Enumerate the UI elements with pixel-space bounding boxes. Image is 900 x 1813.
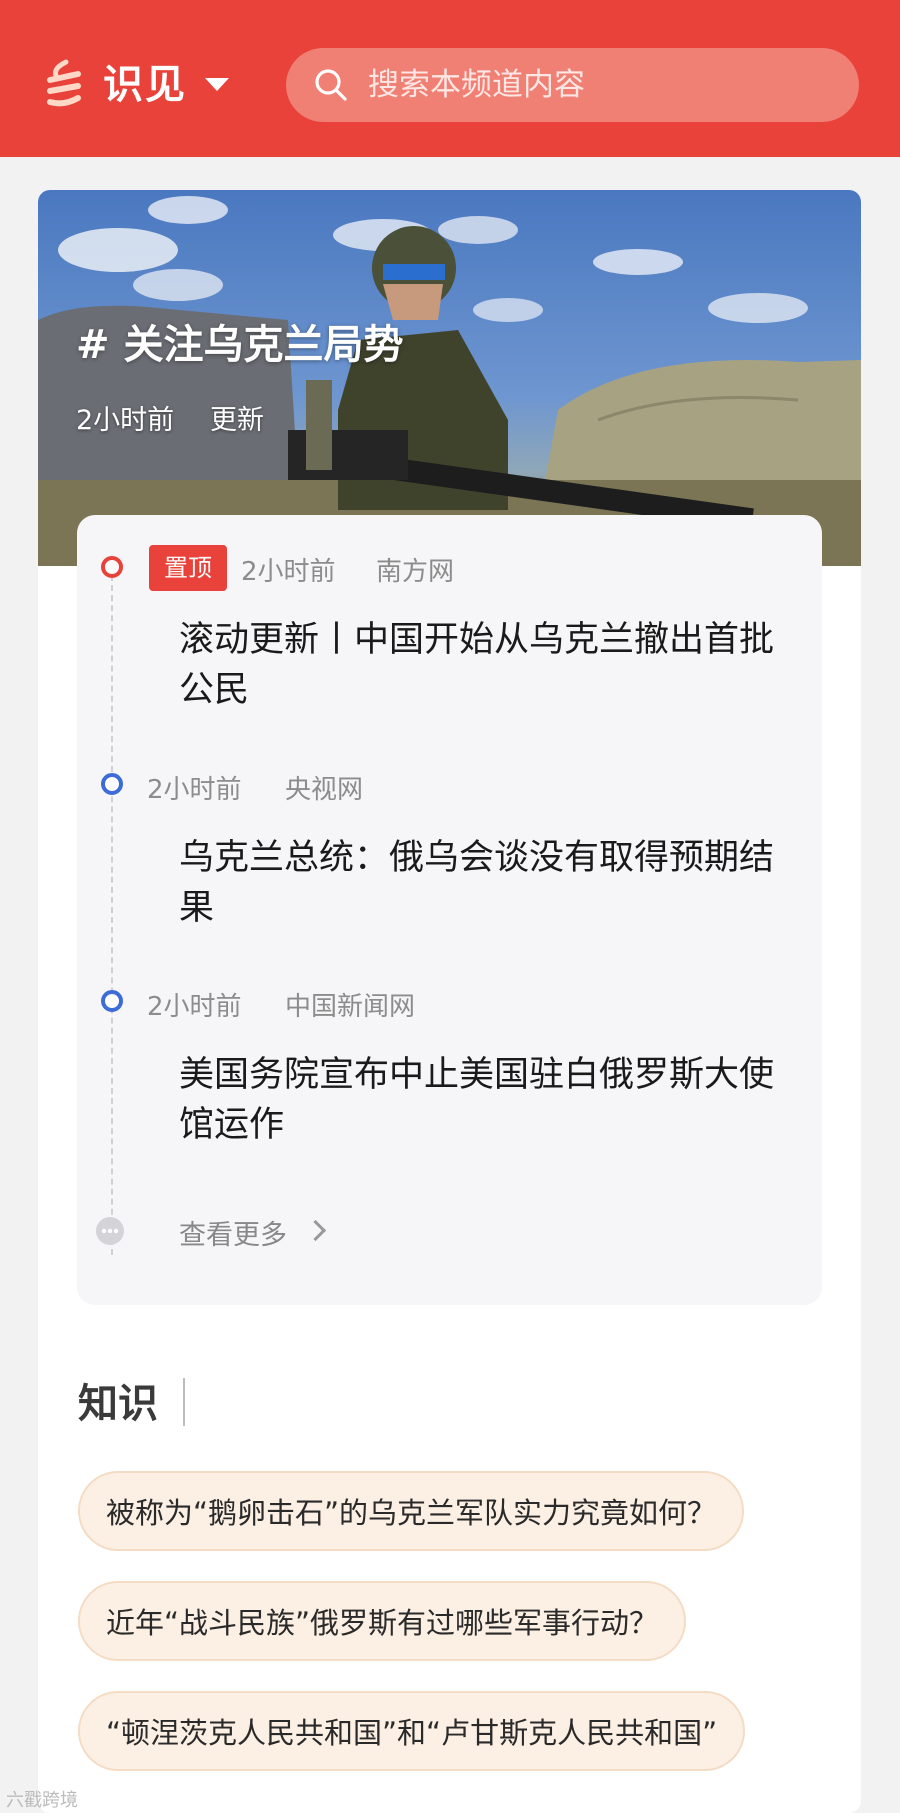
timeline-dot (101, 556, 123, 578)
knowledge-question[interactable]: 近年“战斗民族”俄罗斯有过哪些军事行动？ (78, 1581, 687, 1661)
knowledge-question[interactable]: 被称为“鹅卵击石”的乌克兰军队实力究竟如何？ (78, 1471, 745, 1551)
news-headline[interactable]: 乌克兰总统：俄乌会谈没有取得预期结果 (179, 833, 779, 933)
view-more-link[interactable]: 查看更多 (179, 1213, 287, 1252)
more-icon (96, 1217, 124, 1245)
news-source: 南方网 (376, 557, 455, 587)
update-time: 2小时前 (76, 405, 175, 436)
knowledge-section-title: 知识 (78, 1380, 158, 1427)
ellipsis-icon (101, 1228, 119, 1234)
pinned-badge: 置顶 (149, 545, 227, 591)
news-time: 2小时前 (147, 992, 242, 1022)
section-divider (183, 1378, 185, 1426)
channel-logo-icon[interactable] (44, 58, 84, 112)
topic-title: # 关注乌克兰局势 (76, 322, 404, 368)
timeline-line (111, 575, 113, 1255)
top-bar: 识见 搜索本频道内容 (0, 0, 900, 157)
news-time: 2小时前 (241, 557, 336, 587)
timeline-dot (101, 990, 123, 1012)
hero-image[interactable]: # 关注乌克兰局势 2小时前 更新 (38, 190, 861, 566)
hero-photo (38, 196, 861, 566)
news-source: 中国新闻网 (285, 992, 416, 1022)
chevron-down-icon[interactable] (205, 78, 229, 91)
chevron-right-icon[interactable] (304, 1219, 327, 1242)
watermark: 六戳跨境 (6, 1790, 78, 1811)
search-placeholder: 搜索本频道内容 (368, 67, 585, 103)
timeline-dot (101, 773, 123, 795)
update-label: 更新 (210, 405, 264, 436)
search-input[interactable]: 搜索本频道内容 (286, 48, 859, 122)
news-time: 2小时前 (147, 775, 242, 805)
news-source: 央视网 (285, 775, 364, 805)
search-icon (315, 69, 347, 101)
news-timeline: 置顶 2小时前 南方网 滚动更新丨中国开始从乌克兰撤出首批公民 2小时前 央视网… (77, 515, 822, 1305)
news-headline[interactable]: 美国务院宣布中止美国驻白俄罗斯大使馆运作 (179, 1050, 779, 1150)
news-headline[interactable]: 滚动更新丨中国开始从乌克兰撤出首批公民 (179, 615, 779, 715)
knowledge-question[interactable]: “顿涅茨克人民共和国”和“卢甘斯克人民共和国” (78, 1691, 746, 1771)
topic-card: # 关注乌克兰局势 2小时前 更新 置顶 2小时前 南方网 滚动更新丨中国开始从… (38, 190, 861, 1813)
channel-title[interactable]: 识见 (103, 58, 187, 112)
